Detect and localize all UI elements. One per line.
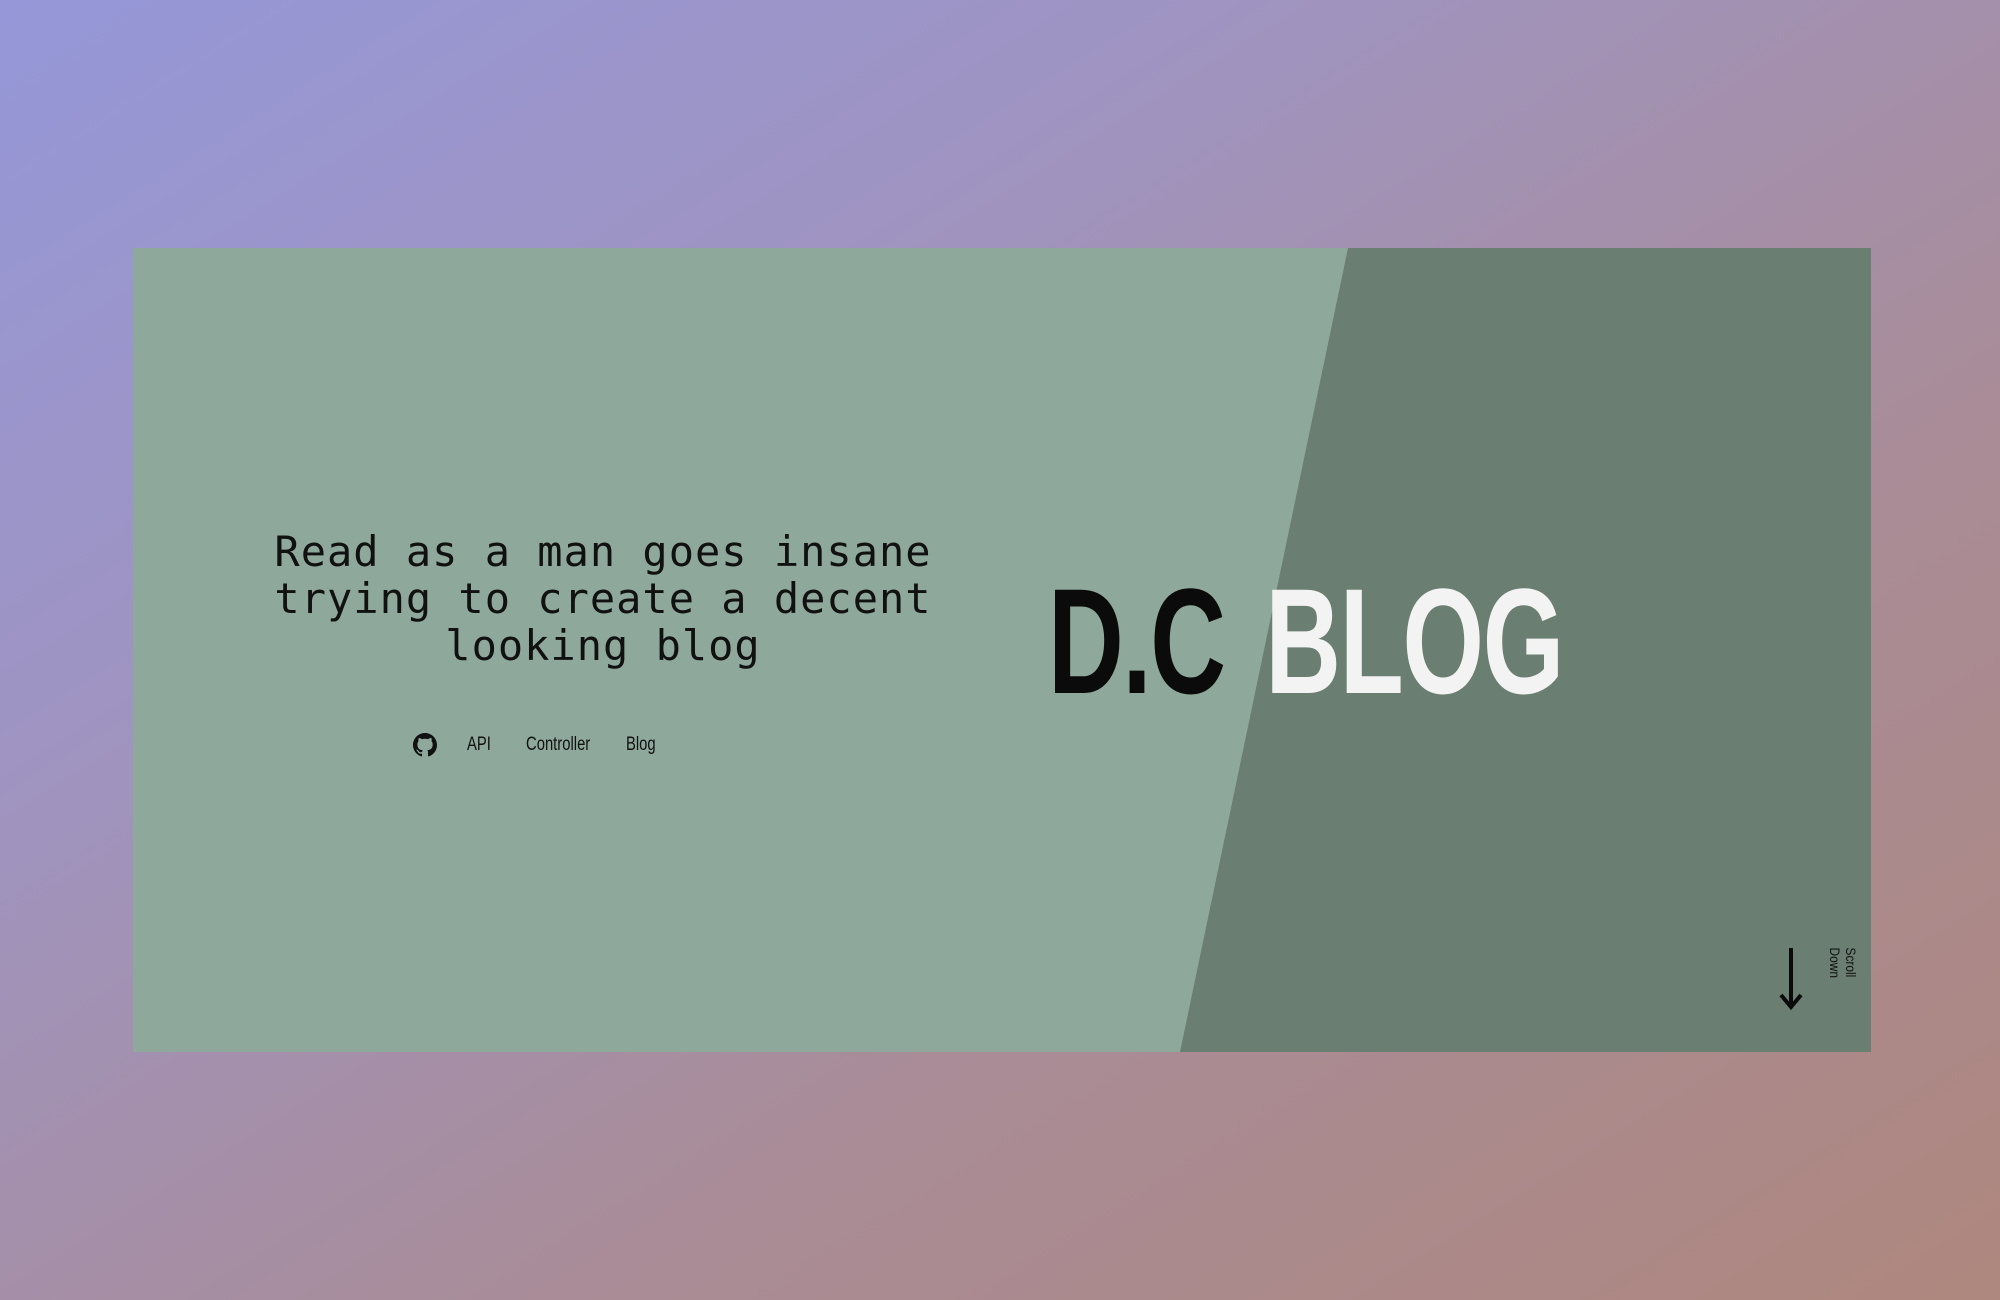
- nav-link-api[interactable]: API: [467, 734, 491, 756]
- hero-tagline: Read as a man goes insane trying to crea…: [274, 527, 932, 670]
- brand-title-part2: BLOG: [1265, 557, 1564, 725]
- arrow-down-icon: [1779, 948, 1803, 1010]
- brand-title: D.C BLOG: [1048, 566, 1564, 716]
- nav-link-controller[interactable]: Controller: [526, 734, 590, 756]
- hero-nav: API Controller Blog: [413, 728, 664, 762]
- brand-title-part1: D.C: [1048, 557, 1226, 725]
- nav-link-blog[interactable]: Blog: [626, 734, 656, 756]
- github-icon[interactable]: [413, 733, 437, 757]
- scroll-down-button[interactable]: Scroll Down: [1779, 942, 1859, 1016]
- hero-card: Read as a man goes insane trying to crea…: [133, 248, 1871, 1052]
- scroll-down-label: Scroll Down: [1827, 947, 1859, 978]
